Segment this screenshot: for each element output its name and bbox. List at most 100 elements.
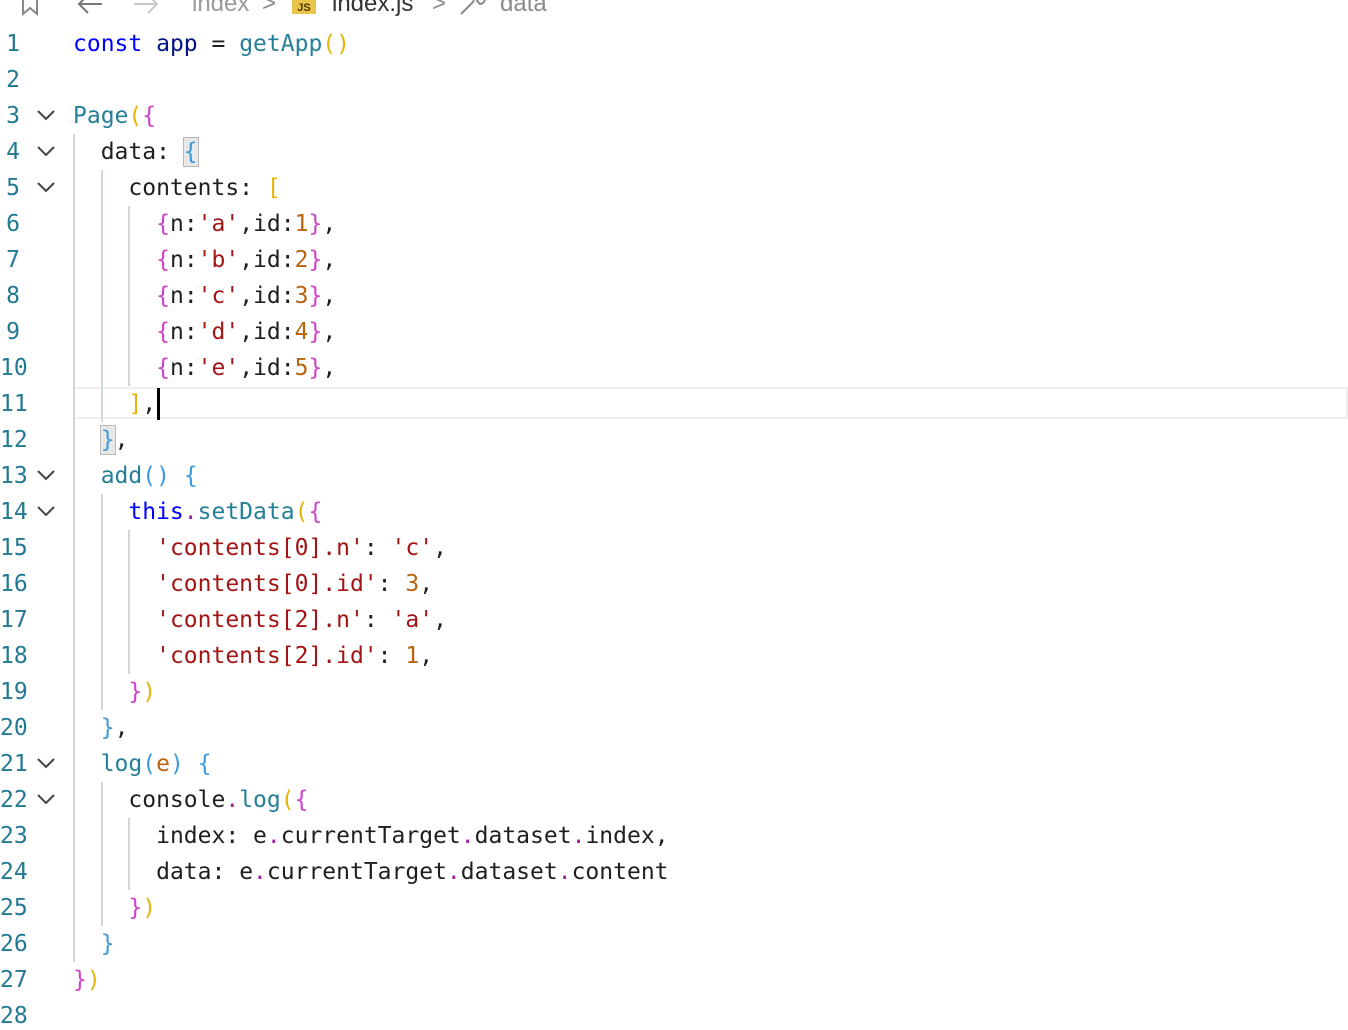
code-line[interactable]: 13 add() {: [0, 458, 1348, 494]
code-token: 5: [294, 355, 309, 381]
code-line[interactable]: 26 }: [0, 926, 1348, 962]
fold-chevron-down-icon[interactable]: [36, 469, 56, 481]
bookmark-icon[interactable]: [18, 0, 42, 16]
code-token: ,: [433, 535, 447, 561]
fold-chevron-down-icon[interactable]: [36, 109, 56, 121]
code-token: currentTarget: [280, 823, 461, 849]
code-token: dataset: [474, 823, 572, 849]
fold-chevron-down-icon[interactable]: [36, 181, 56, 193]
code-token: 4: [294, 319, 309, 345]
line-number: 2: [6, 67, 20, 93]
code-token: getApp: [239, 31, 323, 57]
code-line[interactable]: 22 console.log({: [0, 782, 1348, 818]
code-token: {: [156, 247, 170, 273]
code-line[interactable]: 5 contents: [: [0, 170, 1348, 206]
fold-chevron-down-icon[interactable]: [36, 505, 56, 517]
code-token: e: [253, 823, 267, 849]
code-line[interactable]: 20 },: [0, 710, 1348, 746]
code-line[interactable]: 21 log(e) {: [0, 746, 1348, 782]
line-number: 1: [6, 31, 20, 57]
code-line[interactable]: 28: [0, 998, 1348, 1030]
code-token: n: [169, 247, 184, 273]
code-token: ,: [322, 283, 337, 309]
code-text: 'contents[2].id': 1,: [73, 638, 433, 674]
code-line[interactable]: 9 {n:'d',id:4},: [0, 314, 1348, 350]
code-token: e: [156, 751, 170, 777]
code-line[interactable]: 27}): [0, 962, 1348, 998]
code-token: .: [183, 499, 198, 525]
code-line[interactable]: 14 this.setData({: [0, 494, 1348, 530]
code-line[interactable]: 10 {n:'e',id:5},: [0, 350, 1348, 386]
code-line[interactable]: 1 const app = getApp(): [0, 26, 1348, 62]
code-token: ): [169, 751, 184, 777]
code-line[interactable]: 16 'contents[0].id': 3,: [0, 566, 1348, 602]
code-line[interactable]: 23 index: e.currentTarget.dataset.index,: [0, 818, 1348, 854]
code-line[interactable]: 3 Page({: [0, 98, 1348, 134]
code-token: }: [308, 247, 323, 273]
line-number: 22: [0, 787, 28, 813]
code-token: this: [128, 499, 184, 525]
code-line[interactable]: 6 {n:'a',id:1},: [0, 206, 1348, 242]
code-token: :: [183, 355, 198, 381]
code-line[interactable]: 4 data: {: [0, 134, 1348, 170]
code-token: console: [128, 787, 226, 813]
forward-arrow-icon[interactable]: [132, 0, 160, 16]
back-arrow-icon[interactable]: [76, 0, 104, 16]
fold-chevron-down-icon[interactable]: [36, 145, 56, 157]
code-token: ,: [239, 211, 254, 237]
code-line[interactable]: 17 'contents[2].n': 'a',: [0, 602, 1348, 638]
fold-chevron-down-icon[interactable]: [36, 793, 56, 805]
line-number: 23: [0, 823, 28, 849]
code-line[interactable]: 24 data: e.currentTarget.dataset.content: [0, 854, 1348, 890]
code-line[interactable]: 19 }): [0, 674, 1348, 710]
code-text: }): [73, 962, 101, 998]
line-number: 4: [6, 139, 20, 165]
code-token: (: [128, 103, 143, 129]
code-line[interactable]: 8 {n:'c',id:3},: [0, 278, 1348, 314]
code-line[interactable]: 25 }): [0, 890, 1348, 926]
code-token: :: [363, 535, 392, 561]
code-token: ,: [322, 247, 337, 273]
code-line[interactable]: 7 {n:'b',id:2},: [0, 242, 1348, 278]
code-token: id: [253, 283, 281, 309]
code-token: :: [225, 823, 254, 849]
code-token: :: [156, 139, 184, 165]
breadcrumb-folder[interactable]: index: [192, 0, 249, 18]
code-token: :: [183, 319, 198, 345]
code-line[interactable]: 15 'contents[0].n': 'c',: [0, 530, 1348, 566]
breadcrumb-symbol[interactable]: data: [500, 0, 547, 18]
code-token: contents: [128, 175, 240, 201]
code-line[interactable]: 18 'contents[2].id': 1,: [0, 638, 1348, 674]
code-token: (: [280, 787, 295, 813]
code-token: 'contents[0].n': [156, 535, 364, 561]
code-line[interactable]: 2: [0, 62, 1348, 98]
code-text: log(e) {: [73, 746, 212, 782]
code-text: {n:'b',id:2},: [73, 242, 336, 278]
code-token: 'a': [391, 607, 434, 633]
line-number: 9: [6, 319, 20, 345]
code-token: 3: [405, 571, 420, 597]
code-line[interactable]: 12 },: [0, 422, 1348, 458]
code-token: }: [308, 283, 323, 309]
line-number: 25: [0, 895, 28, 921]
line-number: 19: [0, 679, 28, 705]
fold-chevron-down-icon[interactable]: [36, 757, 56, 769]
code-token: :: [363, 607, 392, 633]
code-token: ): [86, 967, 101, 993]
code-token: }: [128, 679, 143, 705]
code-token: (: [294, 499, 309, 525]
code-token: .: [460, 823, 475, 849]
code-text: data: e.currentTarget.dataset.content: [73, 854, 668, 890]
code-line[interactable]: 11 ],: [0, 386, 1348, 422]
code-token: ,: [114, 715, 129, 741]
breadcrumb-file[interactable]: index.js: [332, 0, 413, 18]
code-token: 'a': [197, 211, 240, 237]
code-token: :: [211, 859, 240, 885]
code-token: :: [377, 571, 406, 597]
